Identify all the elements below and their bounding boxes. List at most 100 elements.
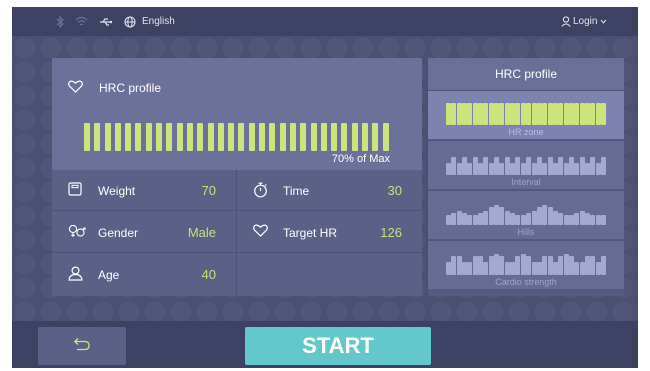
- time-field[interactable]: Time 30: [237, 170, 422, 211]
- start-button[interactable]: START: [245, 327, 431, 365]
- age-label: Age: [98, 268, 120, 282]
- profile-graph-bar: [600, 215, 606, 225]
- back-button[interactable]: [38, 327, 126, 365]
- profile-graph-bar: [483, 262, 489, 275]
- intensity-bar-segment: [186, 123, 193, 151]
- profile-graph-bar: [499, 256, 505, 275]
- intensity-bar-segment: [104, 123, 111, 151]
- gender-value: Male: [187, 225, 216, 240]
- back-arrow-icon: [73, 337, 91, 356]
- profile-graph-bar: [542, 163, 548, 175]
- profile-graph-bar: [504, 262, 510, 275]
- intensity-bar-segment: [207, 123, 214, 151]
- profile-graph-bar: [472, 256, 478, 275]
- profile-graph-bar: [467, 262, 473, 275]
- empty-cell: [237, 254, 422, 296]
- profile-graph-bar: [446, 215, 451, 225]
- profile-graph-bar: [510, 103, 516, 125]
- intensity-bar-segment: [289, 123, 296, 151]
- weight-field[interactable]: Weight 70: [52, 170, 237, 211]
- intensity-bar-segment: [84, 123, 90, 151]
- profile-graph-bar: [563, 254, 569, 275]
- profile-graph-bar: [515, 256, 521, 275]
- profile-graph-bar: [574, 262, 580, 275]
- profile-graph-bar: [451, 256, 457, 275]
- intensity-bar: [84, 123, 389, 151]
- profile-graph-bar: [494, 205, 500, 225]
- profile-graph-bar: [446, 163, 451, 175]
- profile-item[interactable]: HR zone: [428, 90, 624, 139]
- profile-graph-bar: [600, 103, 606, 125]
- status-bar: English Login: [12, 7, 638, 36]
- profile-graph-bar: [595, 215, 601, 225]
- profile-graph-bar: [499, 103, 505, 125]
- gender-icon: [68, 224, 86, 243]
- profile-graph-bar: [584, 103, 590, 125]
- profile-graph-bar: [584, 256, 590, 275]
- age-value: 40: [201, 267, 216, 282]
- wifi-icon: [75, 7, 88, 36]
- profile-graph-bar: [526, 213, 532, 225]
- profile-graph-bar: [446, 262, 451, 275]
- profile-graph-bar: [547, 157, 553, 175]
- target-hr-field[interactable]: Target HR 126: [237, 212, 422, 253]
- profile-graph-bar: [462, 213, 468, 225]
- user-icon[interactable]: [561, 7, 571, 36]
- profile-graph-bar: [531, 211, 537, 225]
- profile-graph-bar: [552, 262, 558, 275]
- profile-graph-bar: [600, 256, 606, 275]
- profile-graph-bar: [504, 103, 510, 125]
- profile-graph-bar: [536, 157, 542, 175]
- profile-item[interactable]: Hills: [428, 190, 624, 239]
- intensity-bar-segment: [197, 123, 204, 151]
- profile-graph-bar: [456, 211, 462, 225]
- profile-graph-bar: [558, 213, 564, 225]
- profile-label: Hills: [517, 227, 535, 237]
- profile-graph-bar: [462, 262, 468, 275]
- language-label[interactable]: English: [142, 7, 175, 36]
- weight-value: 70: [201, 183, 216, 198]
- profile-graph-bar: [558, 157, 564, 175]
- intensity-bar-segment: [351, 123, 358, 151]
- intensity-percent-label: 70% of Max: [331, 153, 390, 165]
- profile-graph-bar: [568, 103, 574, 125]
- profile-graph-bar: [494, 254, 500, 275]
- profile-graph-bar: [590, 215, 596, 225]
- profile-label: Cardio strength: [495, 277, 557, 287]
- globe-icon[interactable]: [124, 7, 136, 36]
- age-field[interactable]: Age 40: [52, 254, 237, 296]
- profile-graph-bar: [542, 103, 548, 125]
- profile-graph-bar: [520, 254, 526, 275]
- time-value: 30: [387, 183, 402, 198]
- page-title: HRC profile: [99, 81, 162, 95]
- login-button[interactable]: Login: [573, 7, 597, 36]
- intensity-bar-segment: [300, 123, 307, 151]
- profile-graph-bar: [478, 213, 484, 225]
- profile-item[interactable]: Cardio strength: [428, 240, 624, 289]
- intensity-bar-segment: [176, 123, 183, 151]
- profile-graph: [446, 203, 606, 225]
- profile-graph-bar: [574, 163, 580, 175]
- profile-graph-bar: [579, 262, 585, 275]
- profile-graph-bar: [488, 256, 494, 275]
- intensity-bar-segment: [320, 123, 327, 151]
- gender-label: Gender: [98, 226, 139, 240]
- profile-graph-bar: [568, 157, 574, 175]
- profile-graph-bar: [526, 256, 532, 275]
- profile-graph-bar: [456, 163, 462, 175]
- chevron-down-icon[interactable]: [600, 7, 607, 36]
- profile-graph: [446, 153, 606, 175]
- profile-graph-bar: [600, 157, 606, 175]
- profile-graph-bar: [531, 163, 537, 175]
- profile-graph-bar: [536, 262, 542, 275]
- intensity-bar-segment: [269, 123, 276, 151]
- target-hr-label: Target HR: [283, 226, 338, 240]
- profile-item[interactable]: Interval: [428, 140, 624, 189]
- heart-icon: [253, 224, 268, 242]
- profile-graph-bar: [478, 256, 484, 275]
- profile-graph-bar: [483, 157, 489, 175]
- gender-field[interactable]: Gender Male: [52, 212, 237, 253]
- profile-graph-bar: [584, 213, 590, 225]
- profile-graph-bar: [563, 103, 569, 125]
- profile-graph-bar: [579, 103, 585, 125]
